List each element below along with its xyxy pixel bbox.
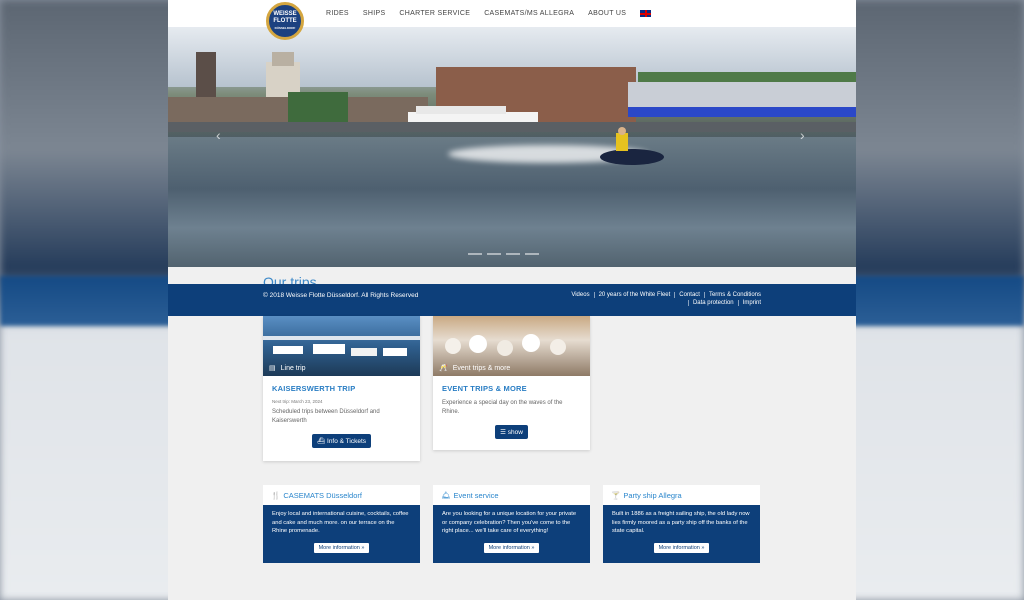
next-trip-date: Next trip: March 23, 2024 [272,399,323,404]
box-title[interactable]: Event service [454,491,499,500]
card-image-label: Line trip [280,364,306,372]
hero-next-arrow[interactable]: › [800,127,805,143]
nav-casemats-allegra[interactable]: CASEMATS/MS ALLEGRA [484,10,574,17]
info-tickets-label: Info & Tickets [327,438,367,445]
show-label: show [507,429,523,436]
show-button[interactable]: ☰ show [495,425,528,439]
hero-riverfront-image [168,52,856,132]
trip-card-event-trips: 🥂 Event trips & more EVENT TRIPS & MORE … [433,316,590,450]
logo-text-1: WEISSE [273,10,297,17]
weisse-flotte-logo[interactable]: WEISSE FLOTTE DÜSSELDORF [266,2,304,40]
nav-rides[interactable]: RIDES [326,10,349,17]
footer-link-videos[interactable]: Videos [567,292,593,298]
card-image-line-trip: ▤ Line trip [263,316,420,376]
slider-dots[interactable] [468,253,539,255]
card-description: Experience a special day on the waves of… [442,400,563,415]
card-title[interactable]: KAISERSWERTH TRIP [272,384,411,393]
box-text: Built in 1886 as a freight sailing ship,… [612,511,750,534]
more-information-button[interactable]: More information » [313,543,370,553]
main-nav: RIDES SHIPS CHARTER SERVICE CASEMATS/MS … [326,0,652,27]
hero-slider[interactable]: ‹ › [168,27,856,267]
card-body: KAISERSWERTH TRIP Next trip: March 23, 2… [263,376,420,456]
info-tickets-button[interactable]: ⛴ Info & Tickets [311,434,372,448]
more-information-button[interactable]: More information » [653,543,710,553]
cutlery-icon: 🍴 [271,490,281,500]
nav-about-us[interactable]: ABOUT US [588,10,626,17]
bell-icon: 🛎 [441,490,451,500]
party-ship-allegra-box: 🍸 Party ship Allegra Built in 1886 as a … [603,485,760,563]
footer-link-20-years[interactable]: 20 years of the White Fleet [593,292,675,298]
event-service-box: 🛎 Event service Are you looking for a un… [433,485,590,563]
jetski-image [600,127,664,165]
box-title[interactable]: CASEMATS Düsseldorf [283,491,362,500]
cocktail-icon: 🍸 [611,490,621,500]
logo-text-3: DÜSSELDORF [274,25,296,30]
nav-ships[interactable]: SHIPS [363,10,386,17]
footer-link-data-protection[interactable]: Data protection [687,300,738,306]
site-header: WEISSE FLOTTE DÜSSELDORF RIDES SHIPS CHA… [168,0,856,40]
card-image-label: Event trips & more [452,364,511,372]
card-body: EVENT TRIPS & MORE Experience a special … [433,376,590,447]
champagne-icon: 🥂 [439,365,448,372]
copyright: © 2018 Weisse Flotte Düsseldorf. All Rig… [263,292,419,299]
footer-link-contact[interactable]: Contact [674,292,704,298]
casemats-box: 🍴 CASEMATS Düsseldorf Enjoy local and in… [263,485,420,563]
uk-flag-icon[interactable] [640,10,652,17]
website: WEISSE FLOTTE DÜSSELDORF RIDES SHIPS CHA… [168,0,856,600]
site-footer: © 2018 Weisse Flotte Düsseldorf. All Rig… [168,284,856,316]
footer-link-terms[interactable]: Terms & Conditions [703,292,765,298]
more-information-button[interactable]: More information » [483,543,540,553]
logo-text-2: FLOTTE [273,17,297,24]
box-title[interactable]: Party ship Allegra [623,491,681,500]
footer-links: Videos 20 years of the White Fleet Conta… [520,292,765,306]
list-icon: ☰ [500,429,506,436]
ship-icon: ⛴ [316,438,326,445]
card-image-event-trips: 🥂 Event trips & more [433,316,590,376]
hero-prev-arrow[interactable]: ‹ [216,127,221,143]
card-description: Scheduled trips between Düsseldorf and K… [272,409,380,424]
box-text: Are you looking for a unique location fo… [442,511,577,534]
ticket-icon: ▤ [269,365,276,372]
nav-charter-service[interactable]: CHARTER SERVICE [399,10,470,17]
card-title[interactable]: EVENT TRIPS & MORE [442,384,581,393]
footer-link-imprint[interactable]: Imprint [737,300,765,306]
trip-card-kaiserswerth: ▤ Line trip KAISERSWERTH TRIP Next trip:… [263,316,420,461]
box-text: Enjoy local and international cuisine, c… [272,511,409,534]
